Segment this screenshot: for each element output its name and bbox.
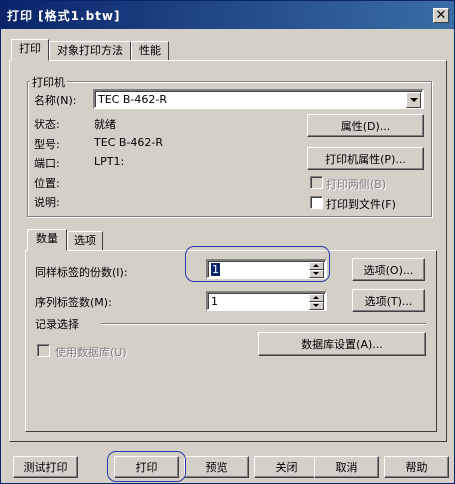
port-label: 端口: xyxy=(34,157,60,170)
cancel-button[interactable]: 取消 xyxy=(314,456,379,478)
use-database-checkbox[interactable] xyxy=(37,344,50,357)
port-value: LPT1: xyxy=(94,155,125,168)
status-label: 状态: xyxy=(34,118,60,131)
serial-value: 1 xyxy=(211,295,218,308)
serial-options-button[interactable]: 选项(T)... xyxy=(352,289,425,312)
record-selection-label: 记录选择 xyxy=(35,318,79,331)
copies-highlight-ring xyxy=(185,246,330,282)
copies-options-button[interactable]: 选项(O)... xyxy=(352,258,425,281)
database-setup-button[interactable]: 数据库设置(A)... xyxy=(258,332,426,356)
print-duplex-checkbox[interactable] xyxy=(310,176,323,189)
title-bar[interactable]: 打印 [格式1.btw] ✕ xyxy=(1,1,454,29)
print-to-file-label: 打印到文件(F) xyxy=(326,198,396,211)
subtab-quantity[interactable]: 数量 xyxy=(27,229,67,251)
location-label: 位置: xyxy=(34,177,60,190)
serial-label: 序列标签数(M): xyxy=(35,296,112,309)
test-print-button[interactable]: 测试打印 xyxy=(13,456,78,478)
properties-button[interactable]: 属性(D)... xyxy=(307,114,424,137)
close-button[interactable]: 关闭 xyxy=(254,456,319,478)
tab-object-print-method[interactable]: 对象打印方法 xyxy=(49,41,131,61)
printer-name-label: 名称(N): xyxy=(34,94,77,107)
chevron-down-icon[interactable] xyxy=(406,92,421,108)
tab-performance[interactable]: 性能 xyxy=(131,41,169,61)
preview-button[interactable]: 预览 xyxy=(184,456,249,478)
print-dialog: 打印 [格式1.btw] ✕ 打印 对象打印方法 性能 打印机 名称(N): T… xyxy=(0,0,455,484)
printer-name-combo[interactable]: TEC B-462-R xyxy=(93,89,424,109)
print-duplex-label: 打印两侧(B) xyxy=(326,178,387,191)
print-highlight-ring xyxy=(107,451,186,482)
model-label: 型号: xyxy=(34,138,60,151)
printer-group-label: 打印机 xyxy=(30,74,67,90)
use-database-label: 使用数据库(U) xyxy=(55,346,127,359)
window-title: 打印 [格式1.btw] xyxy=(7,9,121,23)
help-button[interactable]: 帮助 xyxy=(384,456,449,478)
copies-label: 同样标签的份数(I): xyxy=(35,266,128,279)
comment-label: 说明: xyxy=(34,196,60,209)
serial-down-arrow-icon[interactable] xyxy=(309,302,324,310)
print-to-file-checkbox[interactable] xyxy=(310,196,323,209)
record-selection-divider xyxy=(101,323,426,325)
serial-up-arrow-icon[interactable] xyxy=(309,294,324,302)
tab-print[interactable]: 打印 xyxy=(11,39,49,61)
printer-name-value: TEC B-462-R xyxy=(98,93,167,106)
model-value: TEC B-462-R xyxy=(94,136,163,149)
close-icon[interactable]: ✕ xyxy=(433,8,449,23)
subtab-options[interactable]: 选项 xyxy=(67,231,103,251)
status-value: 就绪 xyxy=(94,118,116,131)
printer-properties-button[interactable]: 打印机属性(P)... xyxy=(307,147,424,170)
serial-stepper[interactable]: 1 xyxy=(206,291,327,311)
